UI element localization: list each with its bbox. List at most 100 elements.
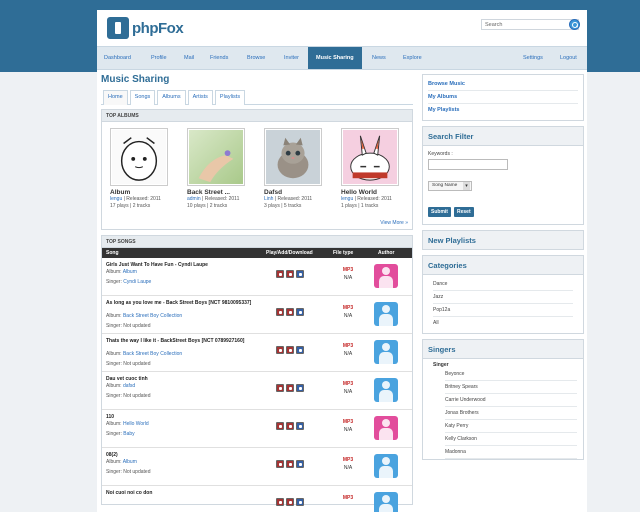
album-name[interactable]: Hello World xyxy=(341,189,413,196)
download-icon[interactable] xyxy=(296,270,304,278)
nav-inviter[interactable]: Inviter xyxy=(281,47,302,69)
tab-playlists[interactable]: Playlists xyxy=(214,90,246,105)
author-avatar[interactable] xyxy=(374,378,398,402)
album-stats[interactable]: 3 plays | 5 tracks xyxy=(264,203,336,210)
album-thumbnail[interactable] xyxy=(264,128,322,186)
play-icon[interactable] xyxy=(276,308,284,316)
nav-settings[interactable]: Settings xyxy=(520,47,546,69)
album-name[interactable]: Back Street ... xyxy=(187,189,259,196)
author-avatar[interactable] xyxy=(374,264,398,288)
album-thumbnail[interactable] xyxy=(110,128,168,186)
add-icon[interactable] xyxy=(286,346,294,354)
album-card[interactable]: Album lengu | Released: 2011 17 plays | … xyxy=(110,128,182,209)
add-icon[interactable] xyxy=(286,270,294,278)
download-icon[interactable] xyxy=(296,346,304,354)
album-thumbnail[interactable] xyxy=(187,128,245,186)
search-icon[interactable] xyxy=(569,19,580,30)
singer-value[interactable]: Cyndi Laupe xyxy=(123,279,151,285)
my-albums-link[interactable]: My Albums xyxy=(428,91,578,104)
search-input[interactable]: Search xyxy=(481,19,579,30)
singer-item[interactable]: Jonas Brothers xyxy=(445,407,577,420)
album-card[interactable]: Back Street ... admin | Released: 2011 1… xyxy=(187,128,259,209)
add-icon[interactable] xyxy=(286,308,294,316)
author-avatar[interactable] xyxy=(374,302,398,326)
browse-music-link[interactable]: Browse Music xyxy=(428,78,578,91)
nav-friends[interactable]: Friends xyxy=(207,47,231,69)
play-icon[interactable] xyxy=(276,346,284,354)
nav-explore[interactable]: Explore xyxy=(400,47,425,69)
singer-item[interactable]: Beyonce xyxy=(445,368,577,381)
album-author-link[interactable]: admin xyxy=(187,196,201,202)
singer-value[interactable]: Baby xyxy=(123,431,134,437)
song-title[interactable]: Dau vet cuoc tinh xyxy=(106,376,254,382)
keywords-input[interactable] xyxy=(428,159,508,170)
category-pop12a[interactable]: Pop12a xyxy=(433,304,573,317)
nav-dashboard[interactable]: Dashboard xyxy=(101,47,134,69)
tab-albums[interactable]: Albums xyxy=(157,90,186,105)
author-avatar[interactable] xyxy=(374,340,398,364)
song-title[interactable]: Thats the way I like it - BackStreet Boy… xyxy=(106,338,254,344)
tab-artists[interactable]: Artists xyxy=(187,90,213,105)
download-icon[interactable] xyxy=(296,498,304,506)
sort-select[interactable]: Song Name xyxy=(428,181,472,191)
album-link[interactable]: Album xyxy=(123,269,137,275)
author-avatar[interactable] xyxy=(374,454,398,478)
singer-item[interactable]: Kelly Clarkson xyxy=(445,433,577,446)
add-icon[interactable] xyxy=(286,422,294,430)
album-author-link[interactable]: lengu xyxy=(341,196,353,202)
category-dance[interactable]: Dance xyxy=(433,278,573,291)
reset-button[interactable]: Reset xyxy=(454,207,474,217)
album-link[interactable]: Album xyxy=(123,459,137,465)
my-playlists-link[interactable]: My Playlists xyxy=(428,104,578,117)
site-logo[interactable]: phpFox xyxy=(107,17,187,39)
tab-songs[interactable]: Songs xyxy=(129,90,156,105)
add-icon[interactable] xyxy=(286,384,294,392)
album-link[interactable]: Hello World xyxy=(123,421,149,427)
song-title[interactable]: Noi cuoi noi co don xyxy=(106,490,254,496)
album-author-link[interactable]: lengu xyxy=(110,196,122,202)
nav-news[interactable]: News xyxy=(369,47,389,69)
nav-browse[interactable]: Browse xyxy=(244,47,268,69)
nav-logout[interactable]: Logout xyxy=(557,47,580,69)
song-title[interactable]: Girls Just Want To Have Fun - Cyndi Laup… xyxy=(106,262,254,268)
play-icon[interactable] xyxy=(276,270,284,278)
singer-item[interactable]: Carrie Underwood xyxy=(445,394,577,407)
singer-item[interactable]: Madonna xyxy=(445,446,577,459)
play-icon[interactable] xyxy=(276,498,284,506)
add-icon[interactable] xyxy=(286,460,294,468)
download-icon[interactable] xyxy=(296,308,304,316)
category-all[interactable]: All xyxy=(433,317,573,330)
album-thumbnail[interactable] xyxy=(341,128,399,186)
album-card[interactable]: Hello World lengu | Released: 2011 1 pla… xyxy=(341,128,413,209)
singer-item[interactable]: Katy Perry xyxy=(445,420,577,433)
download-icon[interactable] xyxy=(296,384,304,392)
song-title[interactable]: 110 xyxy=(106,414,254,420)
album-link[interactable]: Back Street Boy Collection xyxy=(123,313,182,319)
album-link[interactable]: dafsd xyxy=(123,383,135,389)
nav-profile[interactable]: Profile xyxy=(148,47,170,69)
album-stats[interactable]: 1 plays | 1 tracks xyxy=(341,203,413,210)
download-icon[interactable] xyxy=(296,460,304,468)
add-icon[interactable] xyxy=(286,498,294,506)
author-avatar[interactable] xyxy=(374,492,398,512)
view-more-link[interactable]: View More » xyxy=(380,220,408,226)
play-icon[interactable] xyxy=(276,460,284,468)
album-link[interactable]: Back Street Boy Collection xyxy=(123,351,182,357)
play-icon[interactable] xyxy=(276,422,284,430)
play-icon[interactable] xyxy=(276,384,284,392)
album-card[interactable]: Dafsd Linh | Released: 2011 3 plays | 5 … xyxy=(264,128,336,209)
song-title[interactable]: As long as you love me - Back Street Boy… xyxy=(106,300,254,306)
category-jazz[interactable]: Jazz xyxy=(433,291,573,304)
nav-music-sharing[interactable]: Music Sharing xyxy=(308,47,362,69)
song-title[interactable]: 08(2) xyxy=(106,452,254,458)
album-stats[interactable]: 10 plays | 2 tracks xyxy=(187,203,259,210)
submit-button[interactable]: Submit xyxy=(428,207,451,217)
album-name[interactable]: Album xyxy=(110,189,182,196)
singer-item[interactable]: Britney Spears xyxy=(445,381,577,394)
album-name[interactable]: Dafsd xyxy=(264,189,336,196)
download-icon[interactable] xyxy=(296,422,304,430)
album-stats[interactable]: 17 plays | 2 tracks xyxy=(110,203,182,210)
tab-home[interactable]: Home xyxy=(103,90,128,105)
author-avatar[interactable] xyxy=(374,416,398,440)
nav-mail[interactable]: Mail xyxy=(181,47,197,69)
